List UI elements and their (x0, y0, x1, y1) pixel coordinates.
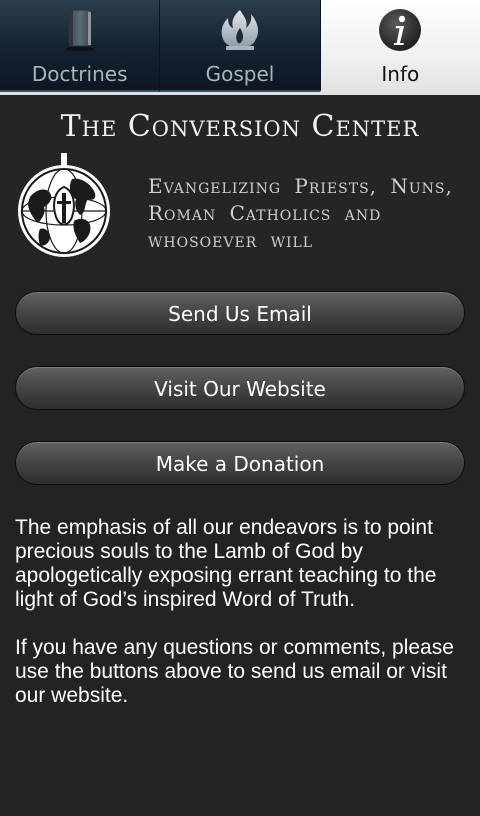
send-email-button[interactable]: Send Us Email (15, 291, 465, 335)
tab-bar: Doctrines Gospel Info (0, 0, 480, 92)
tab-label: Gospel (205, 62, 275, 86)
banner-title: The Conversion Center (60, 109, 420, 144)
tab-info[interactable]: Info (319, 0, 480, 92)
tab-label: Info (381, 62, 420, 86)
contact-paragraph: If you have any questions or comments, p… (15, 636, 454, 707)
globe-cross-logo (18, 153, 110, 257)
tab-gospel[interactable]: Gospel (159, 0, 320, 92)
info-icon (379, 9, 422, 51)
mission-paragraph: The emphasis of all our endeavors is to … (15, 516, 437, 611)
flame-icon (221, 10, 259, 50)
tab-label: Doctrines (31, 62, 128, 86)
banner-tagline: Evangelizing Priests, Nuns, Roman Cathol… (148, 174, 453, 252)
visit-website-button[interactable]: Visit Our Website (15, 366, 465, 410)
make-donation-button[interactable]: Make a Donation (15, 441, 465, 485)
bible-book-icon (65, 9, 94, 52)
tab-doctrines[interactable]: Doctrines (0, 0, 160, 92)
header-banner: The Conversion Center Evangelizing Pries… (0, 95, 480, 263)
